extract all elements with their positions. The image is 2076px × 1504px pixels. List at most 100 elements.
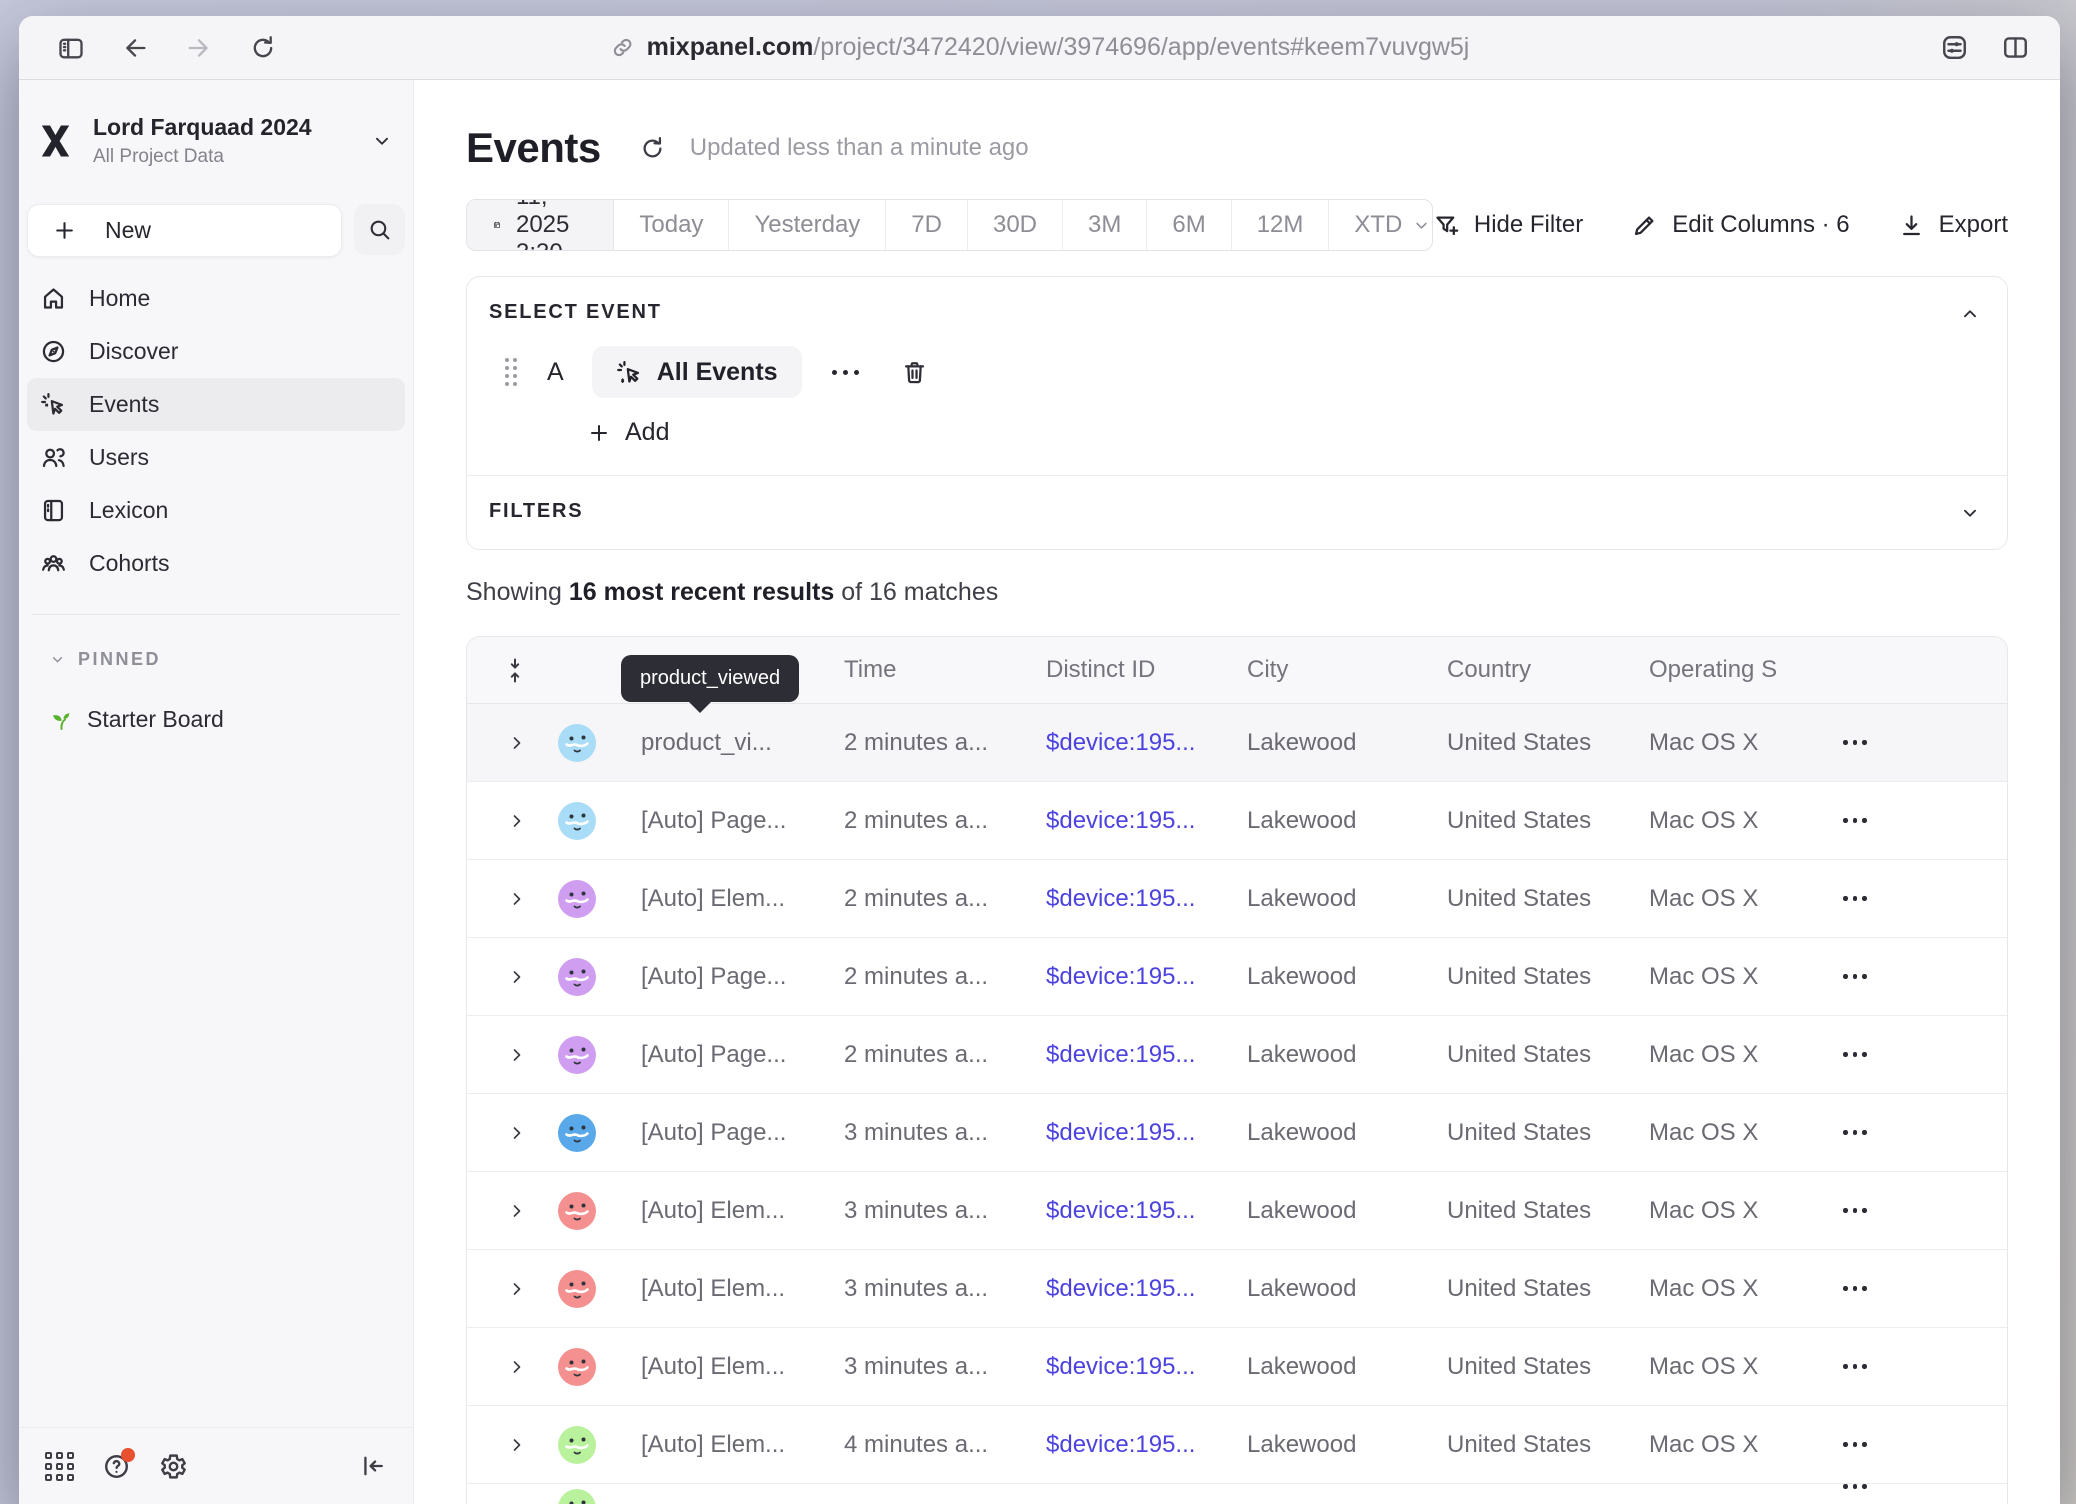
drag-handle[interactable] [505,358,517,386]
row-expand-chevron[interactable] [467,1357,541,1377]
pinned-item-starter-board[interactable]: Starter Board [49,706,413,733]
row-expand-chevron[interactable] [467,1435,541,1455]
row-more-button[interactable] [1843,1364,1891,1369]
sidebar-item-lexicon[interactable]: Lexicon [27,484,405,537]
distinct-id-link[interactable]: $device:195... [1046,1119,1195,1146]
row-more-button[interactable] [1843,818,1891,823]
sidebar-item-users[interactable]: Users [27,431,405,484]
column-header-country[interactable]: Country [1411,656,1613,684]
event-name-cell[interactable]: [Auto] Page... [605,1119,808,1147]
row-more-button[interactable] [1843,1442,1891,1447]
preset-xtd[interactable]: XTD [1329,200,1432,250]
row-expand-chevron[interactable] [467,811,541,831]
row-more-button[interactable] [1843,1208,1891,1213]
table-row[interactable] [467,1484,2007,1504]
row-expand-chevron[interactable] [467,889,541,909]
hide-filter-button[interactable]: Hide Filter [1433,211,1583,239]
row-more-button[interactable] [1843,1052,1891,1057]
event-name-cell[interactable]: [Auto] Elem... [605,885,808,913]
edit-columns-button[interactable]: Edit Columns · 6 [1631,211,1849,239]
chevron-down-icon[interactable] [1959,502,1981,524]
distinct-id-link[interactable]: $device:195... [1046,1041,1195,1068]
help-button[interactable] [102,1452,131,1481]
table-row[interactable]: [Auto] Elem... 3 minutes a... $device:19… [467,1328,2007,1406]
row-expand-chevron[interactable] [467,1123,541,1143]
split-view-icon[interactable] [2001,33,2030,62]
preset-today[interactable]: Today [614,200,729,250]
apps-grid-icon[interactable] [45,1452,74,1481]
sidebar-item-home[interactable]: Home [27,272,405,325]
chevron-up-icon[interactable] [1959,303,1981,325]
distinct-id-link[interactable]: $device:195... [1046,1197,1195,1224]
event-name-cell[interactable]: product_vi... [605,729,808,757]
export-button[interactable]: Export [1898,211,2008,239]
settings-gear-icon[interactable] [159,1452,188,1481]
event-name-cell[interactable]: [Auto] Elem... [605,1275,808,1303]
column-header-os[interactable]: Operating S [1613,656,1821,684]
table-row[interactable]: [Auto] Page... 3 minutes a... $device:19… [467,1094,2007,1172]
preset-yesterday[interactable]: Yesterday [729,200,886,250]
event-name-cell[interactable]: [Auto] Page... [605,807,808,835]
search-button[interactable] [354,204,405,255]
row-more-button[interactable] [1843,1286,1891,1291]
row-more-button[interactable] [1843,1130,1891,1135]
new-button[interactable]: New [27,204,342,257]
collapse-rows-icon[interactable] [467,657,541,684]
event-name-cell[interactable]: [Auto] Page... [605,1041,808,1069]
row-expand-chevron[interactable] [467,733,541,753]
refresh-icon[interactable] [639,135,666,162]
event-name-cell[interactable]: [Auto] Elem... [605,1431,808,1459]
table-row[interactable]: [Auto] Page... 2 minutes a... $device:19… [467,938,2007,1016]
distinct-id-link[interactable]: $device:195... [1046,885,1195,912]
distinct-id-link[interactable]: $device:195... [1046,729,1195,756]
sidebar-item-discover[interactable]: Discover [27,325,405,378]
url-bar[interactable]: mixpanel.com/project/3472420/view/397469… [610,33,1470,62]
table-row[interactable]: [Auto] Elem... 3 minutes a... $device:19… [467,1250,2007,1328]
row-expand-chevron[interactable] [467,1279,541,1299]
preset-12m[interactable]: 12M [1232,200,1330,250]
reload-icon[interactable] [249,34,277,62]
table-row[interactable]: [Auto] Elem... 4 minutes a... $device:19… [467,1406,2007,1484]
column-header-distinct-id[interactable]: Distinct ID [1010,656,1211,684]
event-selector-chip[interactable]: All Events [592,346,802,398]
trash-icon[interactable] [901,359,928,386]
row-more-button[interactable] [1843,740,1891,745]
preset-6m[interactable]: 6M [1147,200,1231,250]
row-more-button[interactable] [1843,1484,1891,1489]
back-icon[interactable] [121,34,149,62]
preset-7d[interactable]: 7D [886,200,968,250]
project-switcher[interactable]: Lord Farquaad 2024 All Project Data [40,114,393,168]
table-row[interactable]: [Auto] Page... 2 minutes a... $device:19… [467,782,2007,860]
row-expand-chevron[interactable] [467,1484,541,1504]
preset-30d[interactable]: 30D [968,200,1063,250]
event-name-cell[interactable]: [Auto] Elem... [605,1353,808,1381]
event-more-button[interactable] [832,370,859,375]
distinct-id-link[interactable]: $device:195... [1046,1275,1195,1302]
column-header-time[interactable]: Time [808,656,1010,684]
sidebar-toggle-icon[interactable] [57,34,85,62]
add-event-button[interactable]: Add [587,418,1985,447]
row-more-button[interactable] [1843,896,1891,901]
row-expand-chevron[interactable] [467,1201,541,1221]
pinned-section-header[interactable]: PINNED [49,649,413,670]
sidebar-item-cohorts[interactable]: Cohorts [27,537,405,590]
event-name-cell[interactable]: [Auto] Elem... [605,1197,808,1225]
distinct-id-link[interactable]: $device:195... [1046,1431,1195,1458]
preset-3m[interactable]: 3M [1063,200,1147,250]
sidebar-item-events[interactable]: Events [27,378,405,431]
page-settings-icon[interactable] [1940,33,1969,62]
distinct-id-link[interactable]: $device:195... [1046,1353,1195,1380]
table-row[interactable]: [Auto] Elem... 2 minutes a... $device:19… [467,860,2007,938]
row-more-button[interactable] [1843,974,1891,979]
row-expand-chevron[interactable] [467,967,541,987]
forward-icon[interactable] [185,34,213,62]
distinct-id-link[interactable]: $device:195... [1046,807,1195,834]
table-row[interactable]: [Auto] Elem... 3 minutes a... $device:19… [467,1172,2007,1250]
row-expand-chevron[interactable] [467,1045,541,1065]
table-row[interactable]: [Auto] Page... 2 minutes a... $device:19… [467,1016,2007,1094]
date-picker-button[interactable]: Mar 11, 2025 3:30 pm [467,200,614,250]
collapse-sidebar-icon[interactable] [359,1452,387,1480]
event-name-cell[interactable]: [Auto] Page... [605,963,808,991]
column-header-city[interactable]: City [1211,656,1411,684]
distinct-id-link[interactable]: $device:195... [1046,963,1195,990]
